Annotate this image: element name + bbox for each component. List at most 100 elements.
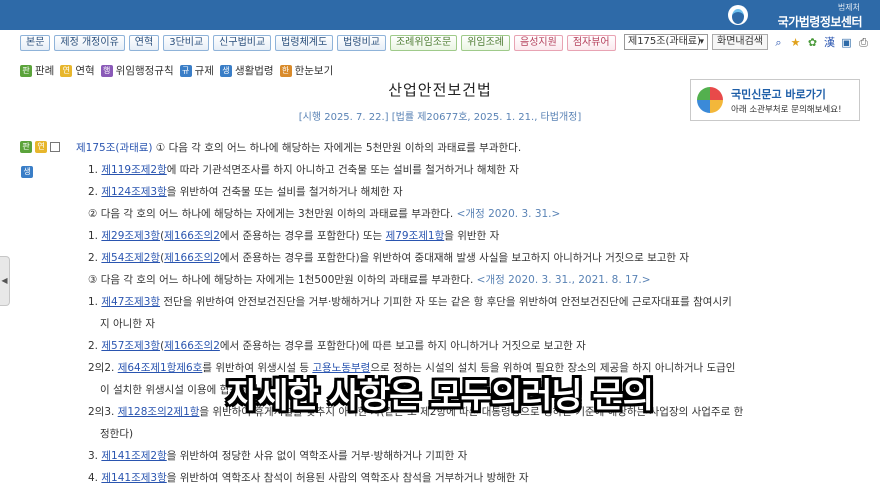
list-item-continued: 지 아니한 자 bbox=[100, 318, 155, 330]
item-text: 에서 준용하는 경우를 포함한다) 또는 bbox=[219, 230, 386, 242]
epeople-banner[interactable]: 국민신문고 바로가기 아래 소관부처로 문의해보세요! bbox=[690, 79, 860, 121]
in-page-search-button[interactable]: 화면내검색 bbox=[712, 34, 768, 50]
article-link[interactable]: 제54조제2항 bbox=[101, 252, 160, 264]
epeople-logo-icon bbox=[697, 87, 723, 113]
sidebar-toggle-handle[interactable]: ◀ bbox=[0, 256, 10, 306]
article-select[interactable]: 제175조(과태료) bbox=[624, 34, 708, 50]
tools-right: 제175조(과태료) 화면내검색 ⌕ ★ ✿ 漢 ▣ ⎙ bbox=[624, 34, 870, 50]
tab-history[interactable]: 연혁 bbox=[128, 35, 160, 51]
bookmark-icon[interactable]: ★ bbox=[789, 36, 802, 49]
article-link[interactable]: 제47조제3항 bbox=[101, 296, 160, 308]
legend-label: 생활법령 bbox=[234, 65, 274, 77]
list-item-continued: 정한다) bbox=[100, 428, 134, 440]
item-number: 1. bbox=[88, 230, 99, 242]
chevron-left-icon: ◀ bbox=[1, 276, 8, 285]
living-law-tag-icon[interactable]: 생 bbox=[21, 166, 33, 178]
list-item: 2. 제124조제3항을 위반하여 건축물 또는 설비를 철거하거나 해체한 자 bbox=[88, 184, 403, 199]
item-text: 을 위반하여 역학조사 참석이 허용된 사람의 역학조사 참석을 거부하거나 방… bbox=[166, 472, 529, 484]
legend-label: 연혁 bbox=[75, 65, 95, 77]
tab-old-new-compare[interactable]: 신구법비교 bbox=[213, 35, 272, 51]
item-text: 을 위반하여 정당한 사유 없이 역학조사를 거부·방해하거나 기피한 자 bbox=[166, 450, 468, 462]
item-number: 1. bbox=[88, 296, 99, 308]
list-item: 3. 제141조제2항을 위반하여 정당한 사유 없이 역학조사를 거부·방해하… bbox=[88, 448, 467, 463]
legend: 판 판례 연 연혁 행 위임행정규칙 규 규제 생 생활법령 한 한눈보기 bbox=[20, 63, 333, 78]
legend-label: 위임행정규칙 bbox=[115, 65, 174, 77]
article-link[interactable]: 제166조의2 bbox=[164, 340, 220, 352]
item-text: 을 위반하여 건축물 또는 설비를 철거하거나 해체한 자 bbox=[166, 186, 403, 198]
brand-org: 법제처 bbox=[837, 3, 860, 12]
print-icon[interactable]: ⎙ bbox=[857, 36, 870, 49]
list-item: 2. 제57조제3항(제166조의2에서 준용하는 경우를 포함한다)에 따른 … bbox=[88, 338, 586, 353]
paragraph-2: ② 다음 각 호의 어느 하나에 해당하는 자에게는 3천만원 이하의 과태료를… bbox=[88, 206, 560, 221]
item-number: 1. bbox=[88, 164, 99, 176]
precedent-tag-icon[interactable]: 판 bbox=[20, 141, 32, 153]
article-link[interactable]: 제124조제3항 bbox=[101, 186, 166, 198]
article-heading[interactable]: 제175조(과태료) bbox=[76, 142, 153, 154]
living-law-tag-icon: 생 bbox=[219, 64, 232, 77]
article-link[interactable]: 제29조제3항 bbox=[101, 230, 160, 242]
amendment-ref[interactable]: <개정 2020. 3. 31., 2021. 8. 17.> bbox=[477, 274, 651, 286]
list-item: 2. 제54조제2항(제166조의2에서 준용하는 경우를 포함한다)을 위반하… bbox=[88, 250, 689, 265]
leaf-icon[interactable]: ✿ bbox=[806, 36, 819, 49]
article-link[interactable]: 제119조제2항 bbox=[101, 164, 166, 176]
article-checkbox[interactable] bbox=[50, 142, 60, 152]
brand-logo-icon bbox=[728, 5, 748, 25]
article-tags: 판 연 bbox=[20, 141, 60, 153]
item-number: 2. bbox=[88, 252, 99, 264]
item-text: 을 위반한 자 bbox=[444, 230, 500, 242]
legend-overview[interactable]: 한 한눈보기 bbox=[279, 63, 334, 78]
legend-precedent[interactable]: 판 판례 bbox=[20, 63, 54, 78]
history-tag-icon: 연 bbox=[60, 64, 73, 77]
legend-label: 한눈보기 bbox=[294, 65, 334, 77]
precedent-tag-icon: 판 bbox=[20, 64, 32, 77]
brand[interactable]: 법제처 국가법령정보센터 bbox=[777, 2, 863, 30]
tab-body-text[interactable]: 본문 bbox=[20, 35, 51, 51]
site-header: 법제처 국가법령정보센터 bbox=[0, 0, 880, 30]
tab-braille-viewer[interactable]: 점자뷰어 bbox=[566, 35, 616, 51]
search-icon[interactable]: ⌕ bbox=[772, 36, 785, 49]
brand-name: 국가법령정보센터 bbox=[777, 15, 863, 29]
tab-ordinance-delegation[interactable]: 조례위임조문 bbox=[389, 35, 458, 51]
legend-label: 규제 bbox=[194, 65, 214, 77]
paragraph-text: ① 다음 각 호의 어느 하나에 해당하는 자에게는 5천만원 이하의 과태료를… bbox=[155, 142, 522, 154]
tab-delegated-ordinance[interactable]: 위임조례 bbox=[461, 35, 510, 51]
translate-icon[interactable]: 漢 bbox=[823, 36, 836, 49]
admin-rule-tag-icon: 행 bbox=[100, 64, 113, 77]
legend-delegated-rules[interactable]: 행 위임행정규칙 bbox=[100, 63, 174, 78]
article-link[interactable]: 제79조제1항 bbox=[386, 230, 445, 242]
article-link[interactable]: 제141조제3항 bbox=[101, 472, 166, 484]
list-item: 1. 제47조제3항 전단을 위반하여 안전보건진단을 거부·방해하거나 기피한… bbox=[88, 294, 732, 309]
amendment-ref[interactable]: <개정 2020. 3. 31.> bbox=[457, 208, 561, 220]
history-tag-icon[interactable]: 연 bbox=[35, 141, 47, 153]
tab-law-hierarchy[interactable]: 법령체계도 bbox=[275, 35, 334, 51]
tab-voice-support[interactable]: 음성지원 bbox=[514, 35, 563, 51]
regulation-tag-icon: 규 bbox=[179, 64, 192, 77]
paragraph-3: ③ 다음 각 호의 어느 하나에 해당하는 자에게는 1천500만원 이하의 과… bbox=[88, 272, 651, 287]
paragraph-text: ③ 다음 각 호의 어느 하나에 해당하는 자에게는 1천500만원 이하의 과… bbox=[88, 274, 474, 286]
save-icon[interactable]: ▣ bbox=[840, 36, 853, 49]
list-item: 1. 제29조제3항(제166조의2에서 준용하는 경우를 포함한다) 또는 제… bbox=[88, 228, 499, 243]
tab-three-way-compare[interactable]: 3단비교 bbox=[163, 35, 210, 51]
item-text: 에 따라 기관석면조사를 하지 아니하고 건축물 또는 설비를 철거하거나 해체… bbox=[166, 164, 519, 176]
article-link[interactable]: 제141조제2항 bbox=[101, 450, 166, 462]
video-caption: 자세한 사항은 모두의러닝 문의 bbox=[226, 376, 654, 416]
paragraph-text: ② 다음 각 호의 어느 하나에 해당하는 자에게는 3천만원 이하의 과태료를… bbox=[88, 208, 454, 220]
item-number: 2. bbox=[88, 340, 99, 352]
tab-law-compare[interactable]: 법령비교 bbox=[337, 35, 386, 51]
item-number: 3. bbox=[88, 450, 99, 462]
legend-living-law[interactable]: 생 생활법령 bbox=[219, 63, 274, 78]
banner-title: 국민신문고 바로가기 bbox=[731, 88, 826, 101]
legend-history[interactable]: 연 연혁 bbox=[60, 63, 95, 78]
item-number: 4. bbox=[88, 472, 99, 484]
item-number: 2. bbox=[88, 186, 99, 198]
legend-regulation[interactable]: 규 규제 bbox=[179, 63, 214, 78]
item-text: 에서 준용하는 경우를 포함한다)을 위반하여 중대재해 발생 사실을 보고하지… bbox=[219, 252, 690, 264]
article-link[interactable]: 제57조제3항 bbox=[101, 340, 160, 352]
legend-label: 판례 bbox=[35, 65, 55, 77]
overview-tag-icon: 한 bbox=[279, 64, 292, 77]
article-link[interactable]: 제166조의2 bbox=[164, 230, 220, 242]
law-toolbar: 본문 제정 개정이유 연혁 3단비교 신구법비교 법령체계도 법령비교 조례위임… bbox=[20, 35, 616, 51]
article-link[interactable]: 제166조의2 bbox=[164, 252, 220, 264]
tab-revision-reason[interactable]: 제정 개정이유 bbox=[54, 35, 125, 51]
list-item: 4. 제141조제3항을 위반하여 역학조사 참석이 허용된 사람의 역학조사 … bbox=[88, 470, 529, 485]
